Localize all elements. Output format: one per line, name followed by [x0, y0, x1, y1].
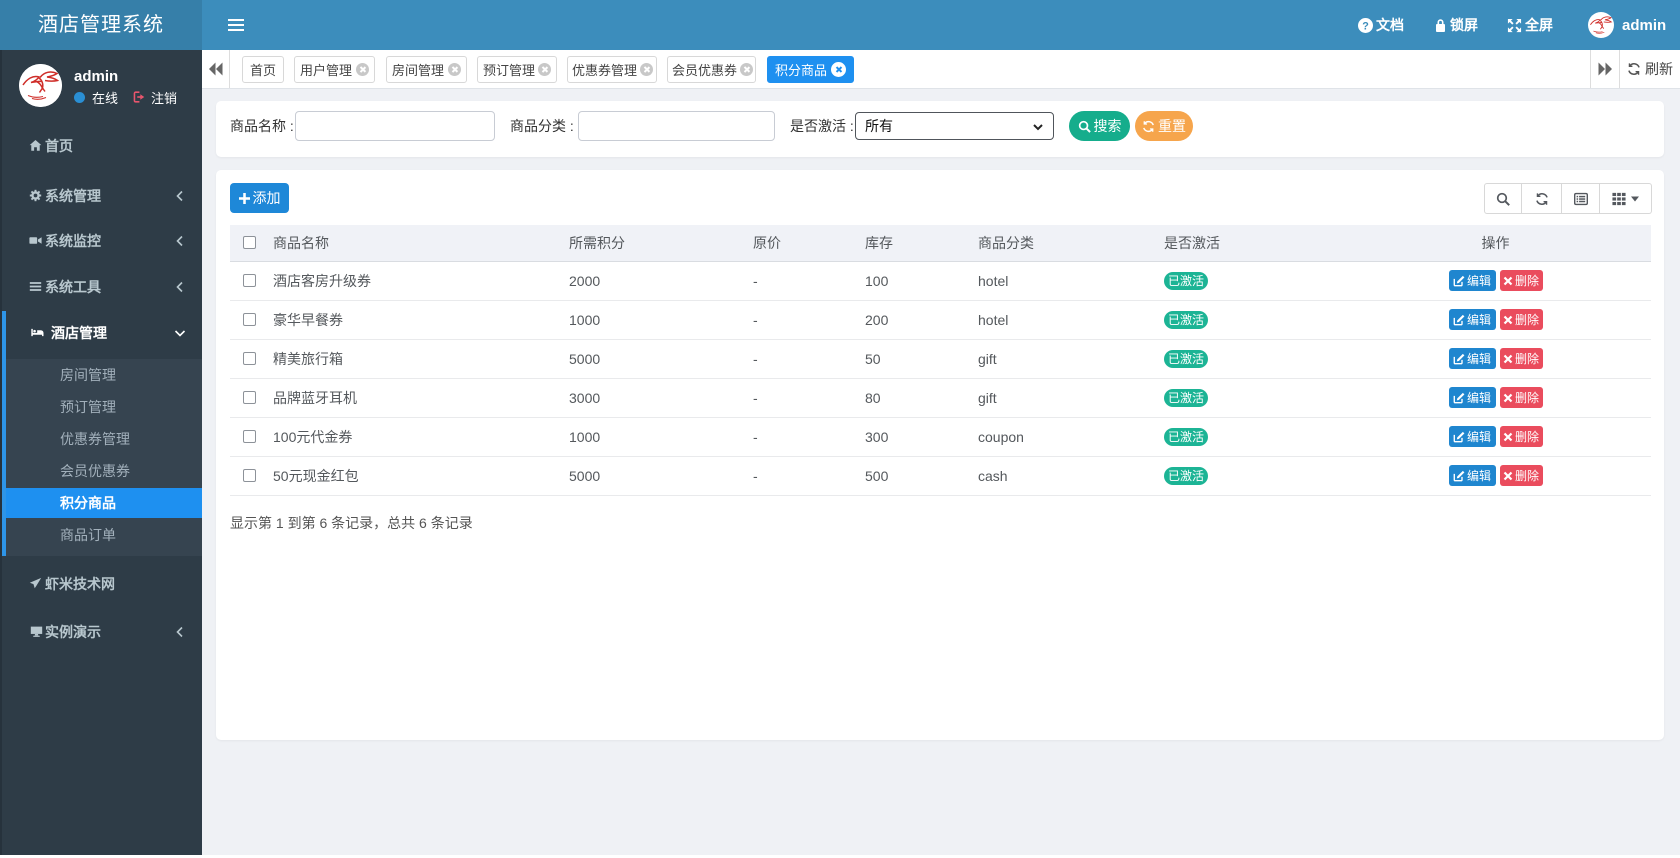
- svg-text:?: ?: [1362, 20, 1369, 32]
